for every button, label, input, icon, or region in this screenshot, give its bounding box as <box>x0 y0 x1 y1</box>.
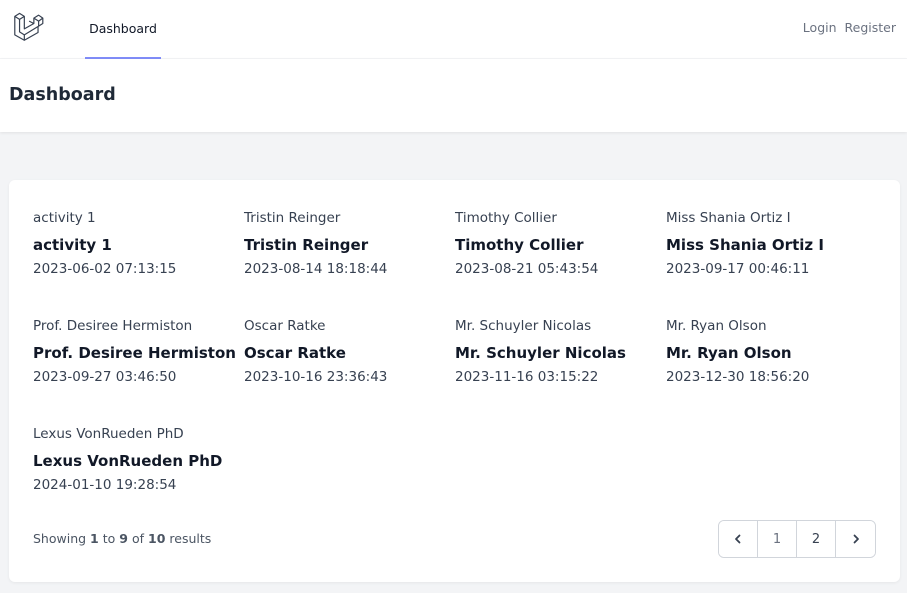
showing-label: Showing <box>33 531 87 546</box>
activity-name: activity 1 <box>33 236 112 254</box>
activity-date: 2023-09-27 03:46:50 <box>33 369 177 385</box>
previous-page-button[interactable] <box>719 521 758 557</box>
activity-date: 2023-09-17 00:46:11 <box>666 261 810 277</box>
activity-item: Miss Shania Ortiz I Miss Shania Ortiz I … <box>666 209 877 317</box>
results-total: 10 <box>148 531 166 546</box>
activity-grid: activity 1 activity 1 2023-06-02 07:13:1… <box>33 209 876 533</box>
activity-label: Miss Shania Ortiz I <box>666 210 791 226</box>
activity-name: Tristin Reinger <box>244 236 369 254</box>
page-header: Dashboard <box>0 59 907 132</box>
activity-item: Mr. Schuyler Nicolas Mr. Schuyler Nicola… <box>455 317 666 425</box>
top-navbar: Dashboard Login Register <box>0 0 907 59</box>
chevron-right-icon <box>853 534 859 544</box>
chevron-left-icon <box>735 534 741 544</box>
results-label: results <box>169 531 212 546</box>
activity-item: activity 1 activity 1 2023-06-02 07:13:1… <box>33 209 244 317</box>
activity-label: activity 1 <box>33 210 96 226</box>
activity-name: Lexus VonRueden PhD <box>33 452 223 470</box>
register-link[interactable]: Register <box>845 20 896 35</box>
activity-date: 2023-11-16 03:15:22 <box>455 369 599 385</box>
activity-name: Timothy Collier <box>455 236 584 254</box>
activity-label: Oscar Ratke <box>244 318 326 334</box>
login-link[interactable]: Login <box>803 20 837 35</box>
activity-item: Mr. Ryan Olson Mr. Ryan Olson 2023-12-30… <box>666 317 877 425</box>
activity-name: Oscar Ratke <box>244 344 346 362</box>
activity-date: 2023-08-14 18:18:44 <box>244 261 388 277</box>
activity-item: Prof. Desiree Hermiston Prof. Desiree He… <box>33 317 244 425</box>
page-title: Dashboard <box>9 85 116 105</box>
activity-date: 2023-10-16 23:36:43 <box>244 369 388 385</box>
laravel-logo-icon[interactable] <box>12 11 45 42</box>
activity-label: Prof. Desiree Hermiston <box>33 318 193 334</box>
activity-name: Mr. Ryan Olson <box>666 344 792 362</box>
activity-item: Lexus VonRueden PhD Lexus VonRueden PhD … <box>33 425 244 533</box>
next-page-button[interactable] <box>836 521 875 557</box>
activity-label: Timothy Collier <box>455 210 557 226</box>
activity-name: Mr. Schuyler Nicolas <box>455 344 626 362</box>
activity-item: Oscar Ratke Oscar Ratke 2023-10-16 23:36… <box>244 317 455 425</box>
activity-label: Lexus VonRueden PhD <box>33 426 184 442</box>
activity-date: 2023-08-21 05:43:54 <box>455 261 599 277</box>
activity-date: 2023-12-30 18:56:20 <box>666 369 810 385</box>
of-label: of <box>131 531 145 546</box>
pagination: 1 2 <box>718 520 876 558</box>
results-from: 1 <box>90 531 99 546</box>
activity-label: Mr. Ryan Olson <box>666 318 767 334</box>
activity-item: Tristin Reinger Tristin Reinger 2023-08-… <box>244 209 455 317</box>
activity-label: Tristin Reinger <box>244 210 341 226</box>
activity-name: Miss Shania Ortiz I <box>666 236 824 254</box>
activity-item: Timothy Collier Timothy Collier 2023-08-… <box>455 209 666 317</box>
activity-name: Prof. Desiree Hermiston <box>33 344 236 362</box>
activity-card: activity 1 activity 1 2023-06-02 07:13:1… <box>9 180 900 582</box>
activity-label: Mr. Schuyler Nicolas <box>455 318 592 334</box>
auth-links: Login Register <box>803 20 896 35</box>
results-to: 9 <box>119 531 128 546</box>
nav-dashboard-link[interactable]: Dashboard <box>85 0 161 59</box>
results-summary: Showing 1 to 9 of 10 results <box>33 531 211 546</box>
activity-date: 2023-06-02 07:13:15 <box>33 261 177 277</box>
to-label: to <box>102 531 116 546</box>
activity-date: 2024-01-10 19:28:54 <box>33 477 177 493</box>
page-2-button[interactable]: 2 <box>797 521 836 557</box>
page-1-button[interactable]: 1 <box>758 521 797 557</box>
